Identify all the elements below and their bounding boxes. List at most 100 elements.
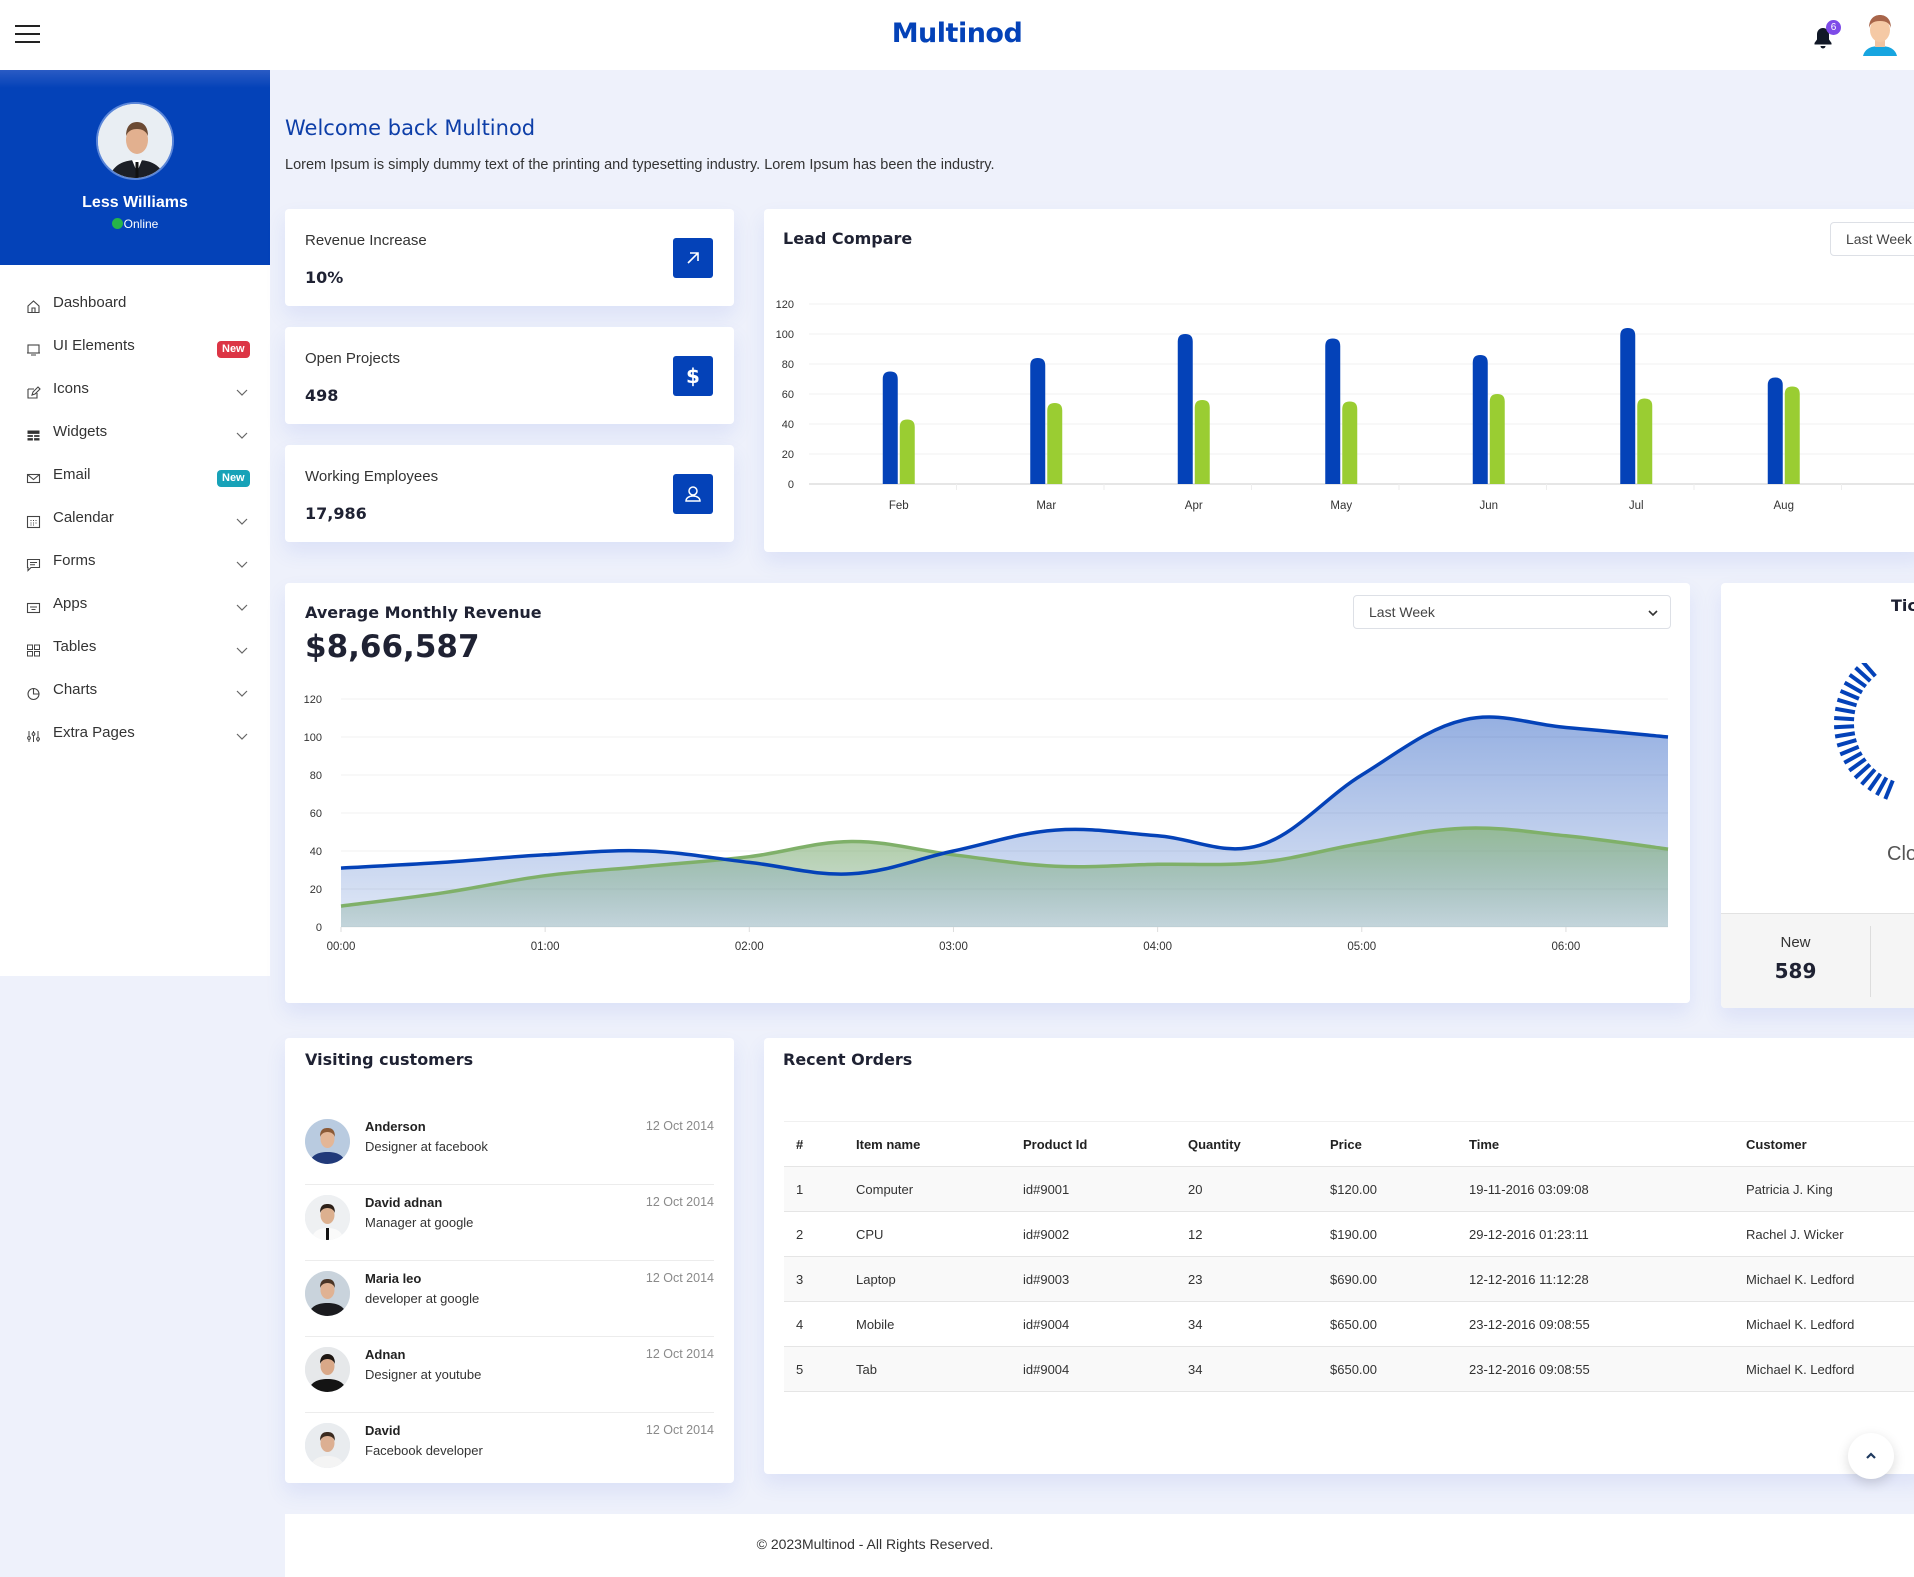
customer-list-item[interactable]: David adnan Manager at google 12 Oct 201… bbox=[305, 1185, 714, 1261]
sidebar-item-email[interactable]: Email New bbox=[0, 458, 270, 501]
window-icon bbox=[26, 602, 41, 614]
sidebar-item-charts[interactable]: Charts bbox=[0, 673, 270, 716]
customer-date: 12 Oct 2014 bbox=[645, 1195, 714, 1209]
column-header[interactable]: Quantity bbox=[1176, 1121, 1318, 1167]
scroll-to-top-button[interactable] bbox=[1848, 1433, 1894, 1479]
table-row[interactable]: 5 Tab id#9004 34 $650.00 23-12-2016 09:08:55 M… bbox=[784, 1346, 1914, 1392]
table-cell: Michael K. Ledford bbox=[1734, 1256, 1914, 1302]
customer-avatar bbox=[305, 1195, 350, 1240]
pie-chart-icon bbox=[27, 687, 40, 701]
table-cell: 12 bbox=[1176, 1211, 1318, 1257]
ticket-center-label: Clo bbox=[1887, 843, 1914, 865]
y-tick-label: 0 bbox=[316, 922, 322, 934]
customer-role: Designer at youtube bbox=[365, 1367, 482, 1382]
stat-value: 10% bbox=[305, 268, 344, 287]
sidebar-profile: Less Williams Online bbox=[0, 70, 270, 265]
gauge-tick bbox=[1834, 706, 1856, 715]
sidebar-item-widgets[interactable]: Widgets bbox=[0, 415, 270, 458]
sidebar-item-tables[interactable]: Tables bbox=[0, 630, 270, 673]
customer-list-item[interactable]: David Facebook developer 12 Oct 2014 bbox=[305, 1413, 714, 1489]
x-tick-label: 01:00 bbox=[531, 941, 560, 953]
customer-avatar bbox=[305, 1119, 350, 1164]
column-header[interactable]: Time bbox=[1457, 1121, 1734, 1167]
sidebar-item-label: Widgets bbox=[53, 423, 108, 440]
chevron-down-icon bbox=[236, 647, 248, 654]
column-header[interactable]: # bbox=[784, 1121, 844, 1167]
sidebar-item-apps[interactable]: Apps bbox=[0, 587, 270, 630]
column-header[interactable]: Item name bbox=[844, 1121, 1011, 1167]
bar-series-2 bbox=[1637, 398, 1653, 484]
table-cell: 2 bbox=[784, 1211, 844, 1257]
customer-avatar bbox=[305, 1347, 350, 1392]
y-tick-label: 100 bbox=[776, 329, 794, 341]
lead-compare-card: Lead Compare Last Week 0 20 40 60 80 100 120 Fe… bbox=[764, 209, 1914, 552]
brand-name[interactable]: Multinod bbox=[892, 18, 1023, 49]
sidebar-item-label: Extra Pages bbox=[53, 724, 135, 741]
customer-list-item[interactable]: Maria leo developer at google 12 Oct 201… bbox=[305, 1261, 714, 1337]
sidebar-item-calendar[interactable]: Calendar bbox=[0, 501, 270, 544]
lead-compare-period-select[interactable]: Last Week bbox=[1830, 222, 1914, 256]
sidebar-item-label: Calendar bbox=[53, 509, 114, 526]
table-cell: 3 bbox=[784, 1256, 844, 1302]
y-tick-label: 120 bbox=[776, 299, 794, 311]
bar-series-1 bbox=[1472, 355, 1488, 484]
sidebar-item-label: Email bbox=[53, 466, 91, 483]
y-tick-label: 40 bbox=[782, 419, 794, 431]
sidebar-item-extra-pages[interactable]: Extra Pages bbox=[0, 716, 270, 759]
gauge-tick bbox=[1839, 744, 1860, 757]
edit-icon bbox=[27, 386, 41, 399]
sidebar-item-forms[interactable]: Forms bbox=[0, 544, 270, 587]
top-navbar: Multinod 6 bbox=[0, 0, 1914, 70]
table-cell: id#9004 bbox=[1011, 1346, 1176, 1392]
gauge-tick bbox=[1836, 738, 1857, 748]
customer-list-item[interactable]: Adnan Designer at youtube 12 Oct 2014 bbox=[305, 1337, 714, 1413]
chevron-down-icon bbox=[236, 604, 248, 611]
sidebar-item-icons[interactable]: Icons bbox=[0, 372, 270, 415]
table-cell: Michael K. Ledford bbox=[1734, 1301, 1914, 1347]
column-header[interactable]: Price bbox=[1318, 1121, 1457, 1167]
customer-avatar bbox=[305, 1423, 350, 1468]
table-cell: 12-12-2016 11:12:28 bbox=[1457, 1256, 1734, 1302]
table-cell: 5 bbox=[784, 1346, 844, 1392]
sidebar-item-label: Icons bbox=[53, 380, 89, 397]
table-cell: id#9001 bbox=[1011, 1166, 1176, 1212]
bar-series-1 bbox=[1767, 377, 1783, 484]
customer-role: Designer at facebook bbox=[365, 1139, 488, 1154]
user-avatar[interactable] bbox=[1860, 12, 1900, 60]
avg-revenue-period-select[interactable]: Last Week bbox=[1353, 595, 1671, 629]
table-row[interactable]: 2 CPU id#9002 12 $190.00 29-12-2016 01:23:11 R… bbox=[784, 1211, 1914, 1257]
column-header[interactable]: Customer bbox=[1734, 1121, 1914, 1167]
table-row[interactable]: 1 Computer id#9001 20 $120.00 19-11-2016 03:0… bbox=[784, 1166, 1914, 1212]
sidebar-item-ui-elements[interactable]: UI Elements New bbox=[0, 329, 270, 372]
table-cell: Michael K. Ledford bbox=[1734, 1346, 1914, 1392]
profile-name: Less Williams bbox=[82, 194, 188, 211]
table-cell: Laptop bbox=[844, 1256, 1011, 1302]
column-header[interactable]: Product Id bbox=[1011, 1121, 1176, 1167]
bar-series-1 bbox=[1620, 328, 1636, 484]
stat-value: 17,986 bbox=[305, 504, 367, 523]
online-status-dot bbox=[111, 218, 123, 229]
y-tick-label: 120 bbox=[304, 694, 322, 706]
sidebar-item-dashboard[interactable]: Dashboard bbox=[0, 286, 270, 329]
notification-count-badge: 6 bbox=[1826, 20, 1841, 35]
sidebar-item-label: Apps bbox=[53, 595, 88, 612]
table-cell: Rachel J. Wicker bbox=[1734, 1211, 1914, 1257]
welcome-subtitle: Lorem Ipsum is simply dummy text of the … bbox=[285, 157, 995, 173]
x-tick-label: Jul bbox=[1629, 500, 1644, 512]
table-cell: 23-12-2016 09:08:55 bbox=[1457, 1346, 1734, 1392]
table-cell: $690.00 bbox=[1318, 1256, 1457, 1302]
table-cell: $120.00 bbox=[1318, 1166, 1457, 1212]
user-icon bbox=[673, 474, 713, 514]
bar-series-1 bbox=[1030, 358, 1046, 484]
table-row[interactable]: 3 Laptop id#9003 23 $690.00 12-12-2016 11:12:… bbox=[784, 1256, 1914, 1302]
table-row[interactable]: 4 Mobile id#9004 34 $650.00 23-12-2016 09:08:… bbox=[784, 1301, 1914, 1347]
customer-list-item[interactable]: Anderson Designer at facebook 12 Oct 201… bbox=[305, 1109, 714, 1185]
table-cell: $650.00 bbox=[1318, 1301, 1457, 1347]
menu-toggle-icon[interactable] bbox=[15, 24, 40, 44]
profile-avatar[interactable] bbox=[96, 102, 174, 180]
brand-logo: Multinod bbox=[0, 18, 1914, 49]
sidebar-item-label: Charts bbox=[53, 681, 98, 698]
x-tick-label: Apr bbox=[1185, 500, 1203, 512]
bar-series-2 bbox=[1342, 401, 1358, 484]
x-tick-label: May bbox=[1330, 500, 1352, 512]
